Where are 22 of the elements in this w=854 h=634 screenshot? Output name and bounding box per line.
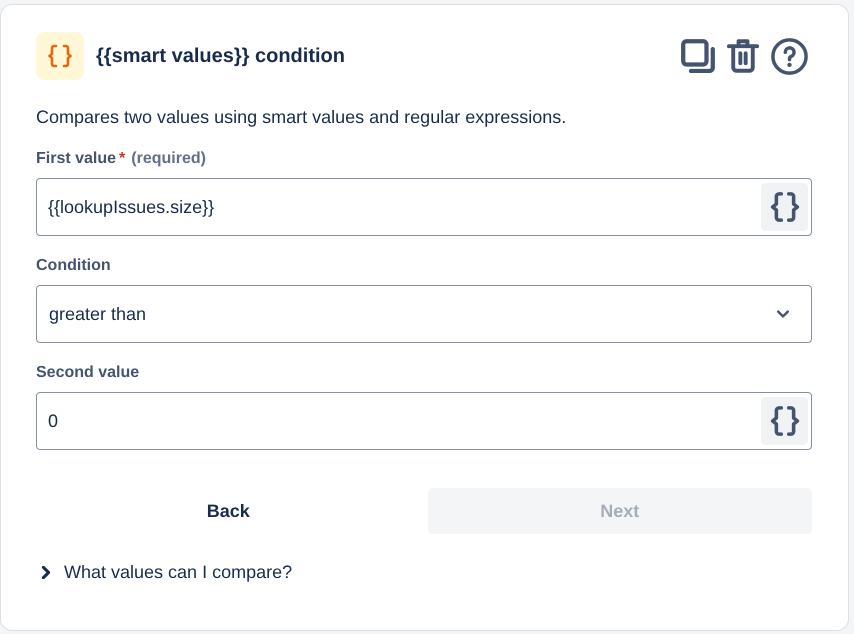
field-label: Condition bbox=[36, 256, 111, 276]
chevron-down-icon bbox=[777, 310, 789, 318]
back-button[interactable]: Back bbox=[36, 488, 420, 534]
trash-icon[interactable] bbox=[727, 39, 759, 73]
panel-title: {{smart values}} condition bbox=[96, 44, 345, 68]
text-field[interactable]: 0 bbox=[36, 392, 812, 450]
braces-icon bbox=[36, 32, 84, 80]
text-field[interactable]: {{lookupIssues.size}} bbox=[36, 178, 812, 236]
smart-value-button[interactable] bbox=[761, 183, 808, 231]
required-asterisk: * bbox=[119, 149, 126, 169]
field-label: First value bbox=[36, 149, 116, 169]
smart-value-button[interactable] bbox=[761, 397, 808, 445]
chevron-right-icon bbox=[42, 566, 50, 578]
condition-dropdown[interactable]: greater than bbox=[36, 285, 812, 343]
braces-icon bbox=[770, 406, 800, 436]
required-note: (required) bbox=[131, 149, 206, 169]
help-icon[interactable] bbox=[771, 38, 808, 74]
expand-toggle[interactable]: What values can I compare? bbox=[36, 560, 292, 584]
copy-icon[interactable] bbox=[681, 39, 715, 73]
braces-icon bbox=[770, 192, 800, 222]
description-text: Compares two values using smart values and regular expressions. bbox=[36, 106, 568, 129]
field-label: Second value bbox=[36, 363, 140, 383]
